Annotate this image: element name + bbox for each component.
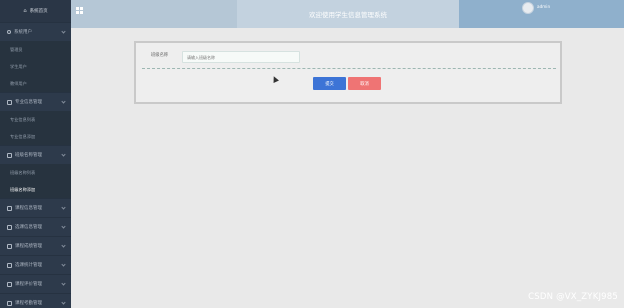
sidebar-menu-major[interactable]: 专业信息管理	[0, 92, 71, 111]
sidebar-menu-grades[interactable]: 课程成绩管理	[0, 236, 71, 255]
sidebar-menu-evaluation[interactable]: 课程评价管理	[0, 274, 71, 293]
doc-icon	[7, 224, 12, 230]
sidebar-menu-label: 选课统计管理	[15, 263, 42, 268]
chevron-down-icon	[61, 205, 66, 210]
sidebar-item-students[interactable]: 学生用户	[0, 58, 71, 75]
sidebar-menu-label: 课程考勤管理	[15, 301, 42, 306]
chevron-down-icon	[61, 224, 66, 229]
page-title: 欢迎使用学生信息管理系统	[309, 11, 387, 19]
chevron-down-icon	[61, 152, 66, 157]
sidebar-item-teachers[interactable]: 教师用户	[0, 75, 71, 92]
sidebar-menu-attendance[interactable]: 课程考勤管理	[0, 293, 71, 308]
grid-menu-icon[interactable]	[76, 7, 83, 14]
doc-icon	[7, 281, 12, 287]
chevron-down-icon	[61, 243, 66, 248]
class-name-input[interactable]	[182, 51, 300, 63]
sidebar-menu-stats[interactable]: 选课统计管理	[0, 255, 71, 274]
sidebar: ⌂ 系统首页 系统用户 管理员 学生用户 教师用户 专业信息管理 专业信息列表 …	[0, 0, 71, 308]
chevron-down-icon	[61, 262, 66, 267]
sidebar-item-major-add[interactable]: 专业信息添加	[0, 128, 71, 145]
doc-icon	[7, 152, 12, 158]
cancel-button[interactable]: 取消	[348, 77, 381, 90]
sidebar-item-class-add[interactable]: 班级名称添加	[0, 181, 71, 198]
sidebar-menu-label: 系统用户	[14, 30, 32, 35]
chevron-down-icon	[61, 281, 66, 286]
doc-icon	[7, 300, 12, 306]
user-block[interactable]: admin	[459, 0, 624, 28]
class-name-label: 班级名称	[151, 53, 169, 58]
username[interactable]: admin	[537, 4, 550, 9]
chevron-down-icon	[61, 29, 66, 34]
sidebar-menu-label: 班级名称管理	[15, 153, 42, 158]
topbar: 欢迎使用学生信息管理系统 admin	[71, 0, 624, 28]
page-title-block: 欢迎使用学生信息管理系统	[237, 0, 459, 28]
watermark: CSDN @VX_ZYKJ985	[528, 292, 618, 302]
sidebar-menu-label: 选课信息管理	[15, 225, 42, 230]
home-icon: ⌂	[23, 8, 27, 14]
sidebar-item-class-list[interactable]: 班级名称列表	[0, 164, 71, 181]
user-icon	[7, 30, 11, 34]
sidebar-menu-label: 课程信息管理	[15, 206, 42, 211]
sidebar-menu-course[interactable]: 课程信息管理	[0, 198, 71, 217]
chevron-down-icon	[61, 300, 66, 305]
submit-button[interactable]: 提交	[313, 77, 346, 90]
divider	[142, 68, 556, 69]
avatar[interactable]	[522, 2, 534, 14]
sidebar-menu-selection[interactable]: 选课信息管理	[0, 217, 71, 236]
sidebar-menu-label: 专业信息管理	[15, 100, 42, 105]
sidebar-home-label: 系统首页	[29, 9, 48, 14]
sidebar-item-major-list[interactable]: 专业信息列表	[0, 111, 71, 128]
sidebar-item-admin[interactable]: 管理员	[0, 41, 71, 58]
chevron-down-icon	[61, 99, 66, 104]
doc-icon	[7, 205, 12, 211]
doc-icon	[7, 243, 12, 249]
sidebar-home[interactable]: ⌂ 系统首页	[0, 0, 71, 22]
form-card: 班级名称 提交 取消	[134, 41, 562, 104]
sidebar-menu-users[interactable]: 系统用户	[0, 22, 71, 41]
sidebar-menu-label: 课程成绩管理	[15, 244, 42, 249]
doc-icon	[7, 99, 12, 105]
sidebar-menu-class[interactable]: 班级名称管理	[0, 145, 71, 164]
doc-icon	[7, 262, 12, 268]
sidebar-menu-label: 课程评价管理	[15, 282, 42, 287]
